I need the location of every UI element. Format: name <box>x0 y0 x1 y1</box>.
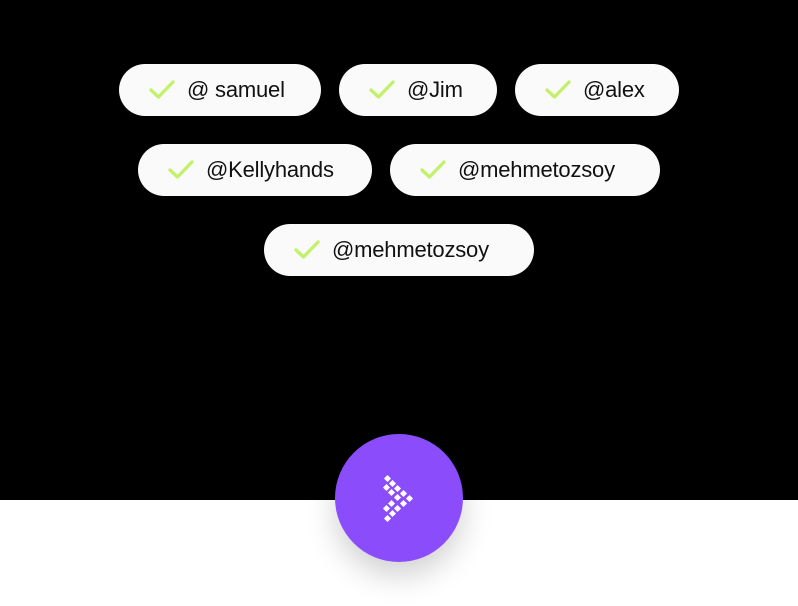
chip-label: @alex <box>583 77 645 102</box>
chip-label: @Jim <box>407 77 463 102</box>
check-icon <box>294 240 320 260</box>
user-chip-alex[interactable]: @alex <box>515 64 679 116</box>
chip-label: @ samuel <box>187 77 285 102</box>
pixel-arrow-right-icon <box>381 474 417 522</box>
chip-label: @Kellyhands <box>206 157 334 182</box>
user-chip-samuel[interactable]: @ samuel <box>119 64 321 116</box>
next-button[interactable] <box>335 434 463 562</box>
user-chip-kellyhands[interactable]: @Kellyhands <box>138 144 372 196</box>
user-chip-mehmetozsoy[interactable]: @mehmetozsoy <box>390 144 660 196</box>
chip-label: @mehmetozsoy <box>332 237 489 262</box>
check-icon <box>545 80 571 100</box>
check-icon <box>168 160 194 180</box>
user-chip-mehmetozsoy-2[interactable]: @mehmetozsoy <box>264 224 534 276</box>
check-icon <box>420 160 446 180</box>
chip-label: @mehmetozsoy <box>458 157 615 182</box>
user-chip-jim[interactable]: @Jim <box>339 64 497 116</box>
check-icon <box>369 80 395 100</box>
check-icon <box>149 80 175 100</box>
